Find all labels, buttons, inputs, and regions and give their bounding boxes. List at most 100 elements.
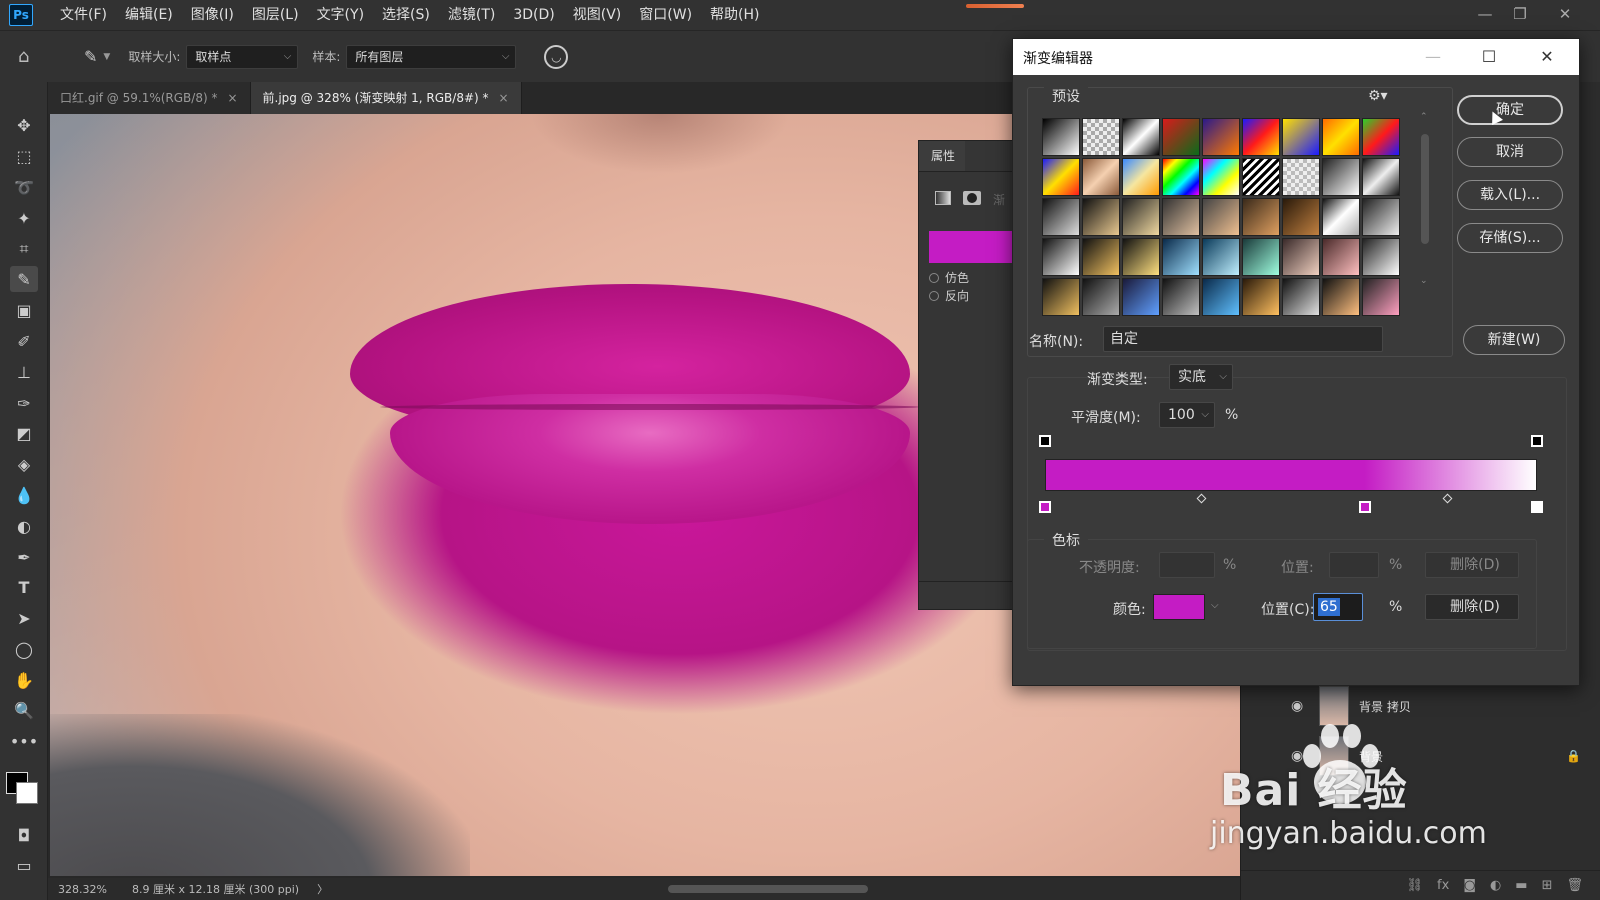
paint-bucket-tool-icon[interactable]: ◈ — [10, 451, 38, 477]
blur-tool-icon[interactable]: 💧 — [10, 482, 38, 508]
preset-swatch[interactable] — [1162, 278, 1200, 316]
menu-file[interactable]: 文件(F) — [51, 0, 116, 30]
save-button[interactable]: 存储(S)... — [1457, 223, 1563, 253]
hand-tool-icon[interactable]: ✋ — [10, 667, 38, 693]
preset-swatch[interactable] — [1322, 238, 1360, 276]
chevron-down-icon[interactable]: ⌵ — [1211, 600, 1219, 611]
chevron-down-icon[interactable]: ▼ — [103, 52, 110, 62]
fx-icon[interactable]: fx — [1437, 878, 1449, 893]
preset-swatch[interactable] — [1282, 238, 1320, 276]
healing-tool-icon[interactable]: ▣ — [10, 297, 38, 323]
preset-swatch[interactable] — [1122, 158, 1160, 196]
gradient-preview-swatch[interactable] — [929, 231, 1017, 263]
zoom-tool-icon[interactable]: 🔍 — [10, 697, 38, 723]
menu-view[interactable]: 视图(V) — [564, 0, 631, 30]
preset-swatch[interactable] — [1242, 238, 1280, 276]
preset-swatch[interactable] — [1042, 238, 1080, 276]
zoom-level[interactable]: 328.32% — [58, 883, 128, 896]
color-stop[interactable] — [1039, 501, 1051, 513]
reverse-checkbox[interactable]: 反向 — [929, 287, 969, 304]
new-layer-icon[interactable]: ⊞ — [1542, 878, 1553, 893]
close-icon[interactable]: ✕ — [1527, 43, 1567, 71]
sample-size-select[interactable]: 取样点 ⌵ — [186, 44, 299, 69]
preset-swatch[interactable] — [1162, 158, 1200, 196]
close-icon[interactable]: × — [227, 91, 237, 105]
move-tool-icon[interactable]: ✥ — [10, 112, 38, 138]
gear-icon[interactable]: ⚙▾ — [1368, 88, 1388, 104]
lasso-tool-icon[interactable]: ➰ — [10, 174, 38, 200]
stop-color-swatch[interactable] — [1153, 594, 1205, 620]
preset-swatch[interactable] — [1242, 278, 1280, 316]
minimize-icon[interactable]: — — [1413, 43, 1453, 71]
close-icon[interactable]: ✕ — [1550, 2, 1580, 26]
color-stop[interactable] — [1358, 501, 1371, 513]
preset-swatch[interactable] — [1042, 118, 1080, 156]
preset-swatch[interactable] — [1082, 198, 1120, 236]
minimize-icon[interactable]: — — [1470, 2, 1500, 26]
stamp-tool-icon[interactable]: ⊥ — [10, 359, 38, 385]
marquee-tool-icon[interactable]: ⬚ — [10, 143, 38, 169]
name-input[interactable]: 自定 — [1103, 326, 1383, 352]
dither-checkbox[interactable]: 仿色 — [929, 269, 969, 286]
trash-icon[interactable]: 🗑 — [1566, 878, 1583, 893]
preset-swatch[interactable] — [1322, 198, 1360, 236]
add-mask-icon[interactable]: ◙ — [1463, 878, 1476, 893]
preset-swatch[interactable] — [1362, 278, 1400, 316]
gradient-bar[interactable] — [1045, 459, 1537, 491]
horizontal-scrollbar[interactable] — [338, 884, 1178, 894]
restore-icon[interactable]: ❐ — [1505, 2, 1535, 26]
smoothness-input[interactable]: 100 ⌵ — [1159, 402, 1215, 428]
path-select-tool-icon[interactable]: ➤ — [10, 605, 38, 631]
preset-swatch[interactable] — [1282, 158, 1320, 196]
color-stop[interactable] — [1531, 501, 1543, 513]
color-position-input[interactable]: 65 — [1313, 593, 1363, 621]
preset-swatch[interactable] — [1202, 278, 1240, 316]
menu-image[interactable]: 图像(I) — [182, 0, 243, 30]
menu-window[interactable]: 窗口(W) — [630, 0, 701, 30]
preset-swatch[interactable] — [1322, 158, 1360, 196]
adjustment-icon[interactable] — [935, 191, 951, 205]
close-icon[interactable]: × — [499, 91, 509, 105]
ok-button[interactable]: 确定 — [1457, 95, 1563, 125]
preset-swatch[interactable] — [1082, 118, 1120, 156]
background-color-swatch[interactable] — [16, 782, 38, 804]
mask-icon[interactable] — [963, 191, 981, 205]
menu-filter[interactable]: 滤镜(T) — [439, 0, 504, 30]
menu-help[interactable]: 帮助(H) — [701, 0, 768, 30]
preset-swatch[interactable] — [1042, 198, 1080, 236]
load-button[interactable]: 载入(L)... — [1457, 180, 1563, 210]
opacity-stop[interactable] — [1531, 435, 1543, 447]
preset-swatch[interactable] — [1042, 278, 1080, 316]
sample-ring-icon[interactable]: ◡ — [544, 44, 569, 69]
tab-front-jpg[interactable]: 前.jpg @ 328% (渐变映射 1, RGB/8#) * × — [250, 82, 522, 114]
preset-swatch[interactable] — [1322, 118, 1360, 156]
sample-select[interactable]: 所有图层 ⌵ — [346, 44, 517, 69]
preset-swatch[interactable] — [1162, 238, 1200, 276]
status-arrow-icon[interactable]: 〉 — [317, 881, 328, 897]
tab-lipstick-gif[interactable]: 口红.gif @ 59.1%(RGB/8) * × — [48, 82, 251, 114]
preset-swatch[interactable] — [1202, 238, 1240, 276]
maximize-icon[interactable]: ☐ — [1469, 43, 1509, 71]
quick-mask-icon[interactable]: ◘ — [10, 822, 38, 848]
delete-color-stop-button[interactable]: 删除(D) — [1425, 594, 1519, 620]
eyedropper-icon[interactable]: ✎ — [84, 47, 97, 66]
home-icon[interactable]: ⌂ — [18, 46, 54, 67]
preset-swatch[interactable] — [1202, 198, 1240, 236]
preset-swatch[interactable] — [1362, 238, 1400, 276]
preset-swatch[interactable] — [1162, 118, 1200, 156]
scrollbar-thumb[interactable] — [1421, 134, 1429, 244]
preset-swatch[interactable] — [1042, 158, 1080, 196]
eye-icon[interactable]: ◉ — [1291, 698, 1309, 714]
cancel-button[interactable]: 取消 — [1457, 137, 1563, 167]
preset-swatch[interactable] — [1162, 198, 1200, 236]
new-button[interactable]: 新建(W) — [1463, 325, 1565, 355]
preset-swatch[interactable] — [1362, 118, 1400, 156]
crop-tool-icon[interactable]: ⌗ — [10, 236, 38, 262]
menu-3d[interactable]: 3D(D) — [504, 0, 563, 30]
tab-properties[interactable]: 属性 — [919, 141, 965, 171]
preset-swatch[interactable] — [1202, 158, 1240, 196]
dodge-tool-icon[interactable]: ◐ — [10, 513, 38, 539]
dialog-titlebar[interactable]: 渐变编辑器 — ☐ ✕ — [1013, 39, 1579, 75]
menu-edit[interactable]: 编辑(E) — [116, 0, 182, 30]
link-icon[interactable]: ⛓ — [1407, 878, 1424, 893]
